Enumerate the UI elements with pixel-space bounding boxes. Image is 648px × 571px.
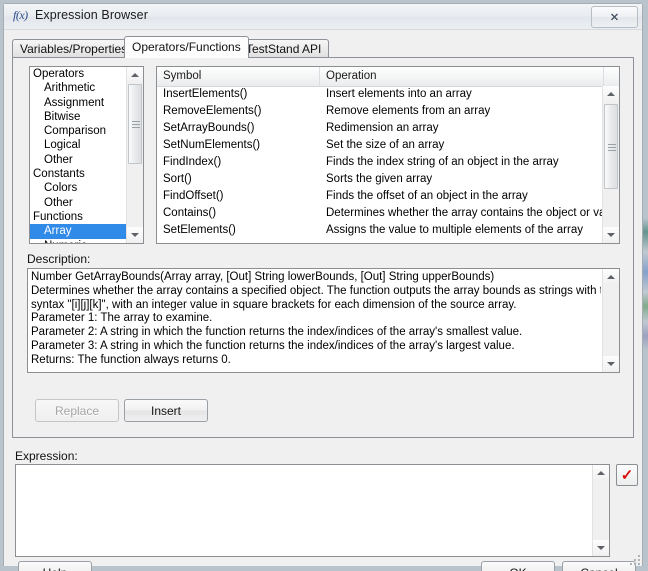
table-row[interactable]: Contains() Determines whether the array c… xyxy=(157,205,603,222)
table-row[interactable]: FindIndex() Finds the index string of an … xyxy=(157,154,603,171)
description-text: Number GetArrayBounds(Array array, [Out]… xyxy=(31,271,601,368)
ok-button[interactable]: OK xyxy=(481,561,555,571)
tree-item[interactable]: Arithmetic xyxy=(30,81,128,95)
close-button[interactable]: ✕ xyxy=(591,6,638,28)
description-line: Parameter 2: A string in which the funct… xyxy=(31,326,523,339)
client-area: Variables/Properties Operators/Functions… xyxy=(4,30,642,571)
cell-symbol: RemoveElements() xyxy=(163,105,262,117)
table-row[interactable]: SetArrayBounds() Redimension an array xyxy=(157,120,603,137)
scroll-down-icon[interactable] xyxy=(603,227,619,243)
cell-operation: Insert elements into an array xyxy=(326,88,472,100)
cell-symbol: SetArrayBounds() xyxy=(163,122,255,134)
cell-symbol: SetNumElements() xyxy=(163,139,261,151)
cell-symbol: Sort() xyxy=(163,173,192,185)
table-row[interactable]: SetElements() Assigns the value to multip… xyxy=(157,222,603,239)
cell-symbol: FindIndex() xyxy=(163,156,222,168)
description-box[interactable]: Number GetArrayBounds(Array array, [Out]… xyxy=(27,268,620,373)
tree-item[interactable]: Colors xyxy=(30,181,128,195)
window-title: Expression Browser xyxy=(35,8,148,22)
cell-symbol: Contains() xyxy=(163,207,217,219)
scroll-thumb[interactable] xyxy=(604,104,618,189)
cell-operation: Finds the index string of an object in t… xyxy=(326,156,559,168)
expression-scrollbar[interactable] xyxy=(592,465,609,556)
title-bar: f(x) Expression Browser ✕ xyxy=(4,4,642,30)
tree-item[interactable]: Logical xyxy=(30,138,128,152)
tree-item[interactable]: Other xyxy=(30,196,128,210)
table-row[interactable]: RemoveElements() Remove elements from an … xyxy=(157,103,603,120)
table-row[interactable]: SetNumElements() Set the size of an array xyxy=(157,137,603,154)
scroll-up-icon[interactable] xyxy=(603,86,619,102)
cell-operation: Redimension an array xyxy=(326,122,439,134)
cell-operation: Remove elements from an array xyxy=(326,105,491,117)
fx-icon: f(x) xyxy=(13,8,28,22)
column-header-symbol[interactable]: Symbol xyxy=(157,67,320,86)
screenshot-root: f(x) Expression Browser ✕ Variables/Prop… xyxy=(0,0,648,571)
tab-operators-functions[interactable]: Operators/Functions xyxy=(124,36,249,58)
cell-operation: Determines whether the array contains th… xyxy=(326,207,603,219)
scroll-down-icon[interactable] xyxy=(593,540,609,556)
description-label: Description: xyxy=(27,252,91,266)
resize-grip[interactable] xyxy=(628,553,640,565)
tree-item[interactable]: Constants xyxy=(30,167,128,181)
cell-symbol: InsertElements() xyxy=(163,88,248,100)
scroll-thumb[interactable] xyxy=(128,84,142,164)
tree-item[interactable]: Operators xyxy=(30,67,128,81)
table-row[interactable]: FindOffset() Finds the offset of an objec… xyxy=(157,188,603,205)
column-header-operation[interactable]: Operation xyxy=(320,67,604,86)
scroll-up-icon[interactable] xyxy=(593,465,609,481)
table-row[interactable]: Sort() Sorts the given array xyxy=(157,171,603,188)
validate-expression-button[interactable]: ✓ xyxy=(616,464,638,486)
scroll-down-icon[interactable] xyxy=(127,227,143,243)
tab-variables-properties[interactable]: Variables/Properties xyxy=(12,39,136,58)
cell-operation: Sorts the given array xyxy=(326,173,433,185)
help-button[interactable]: Help xyxy=(18,561,92,571)
tree-item[interactable]: Other xyxy=(30,153,128,167)
expression-label: Expression: xyxy=(15,449,78,463)
cell-operation: Finds the offset of an object in the arr… xyxy=(326,190,528,202)
cell-symbol: SetElements() xyxy=(163,224,236,236)
scroll-up-icon[interactable] xyxy=(603,269,619,285)
scroll-up-icon[interactable] xyxy=(127,67,143,83)
expression-input[interactable] xyxy=(15,464,610,557)
symbol-list-header: Symbol Operation xyxy=(157,67,619,87)
red-check-icon: ✓ xyxy=(620,466,634,484)
table-row[interactable]: InsertElements() Insert elements into an … xyxy=(157,86,603,103)
category-tree-scrollbar[interactable] xyxy=(126,67,143,243)
symbol-list-scrollbar[interactable] xyxy=(602,86,619,243)
category-tree-items: Operators Arithmetic Assignment Bitwise Comp… xyxy=(30,67,128,243)
symbol-list-body: InsertElements() Insert elements into an … xyxy=(157,86,603,243)
insert-button[interactable]: Insert xyxy=(124,399,208,422)
tree-item[interactable]: Functions xyxy=(30,210,128,224)
description-line: Returns: The function always returns 0. xyxy=(31,353,231,366)
symbol-list[interactable]: Symbol Operation InsertElements() Insert … xyxy=(156,66,620,244)
expression-browser-window: f(x) Expression Browser ✕ Variables/Prop… xyxy=(3,3,643,571)
description-line: syntax "[i][j][k]", with an integer valu… xyxy=(31,298,517,311)
operators-functions-page: Operators Arithmetic Assignment Bitwise Comp… xyxy=(12,57,634,438)
tree-item[interactable]: Comparison xyxy=(30,124,128,138)
description-line: Determines whether the array contains a … xyxy=(31,284,601,297)
tree-item[interactable]: Assignment xyxy=(30,96,128,110)
tab-teststand-api[interactable]: TestStand API xyxy=(238,39,330,58)
tab-strip: Variables/Properties Operators/Functions… xyxy=(12,36,634,58)
category-tree[interactable]: Operators Arithmetic Assignment Bitwise Comp… xyxy=(29,66,144,244)
description-scrollbar[interactable] xyxy=(602,269,619,372)
tree-item[interactable]: Numeric xyxy=(30,239,128,243)
replace-button[interactable]: Replace xyxy=(35,399,119,422)
cancel-button[interactable]: Cancel xyxy=(562,561,636,571)
tree-item[interactable]: Array xyxy=(30,224,128,239)
description-line: Number GetArrayBounds(Array array, [Out]… xyxy=(31,271,495,283)
description-line: Parameter 1: The array to examine. xyxy=(31,312,213,325)
cell-operation: Set the size of an array xyxy=(326,139,445,151)
cell-operation: Assigns the value to multiple elements o… xyxy=(326,224,583,236)
description-line: Parameter 3: A string in which the funct… xyxy=(31,339,515,352)
cell-symbol: FindOffset() xyxy=(163,190,224,202)
tree-item[interactable]: Bitwise xyxy=(30,110,128,124)
close-icon: ✕ xyxy=(609,11,620,24)
scroll-down-icon[interactable] xyxy=(603,356,619,372)
